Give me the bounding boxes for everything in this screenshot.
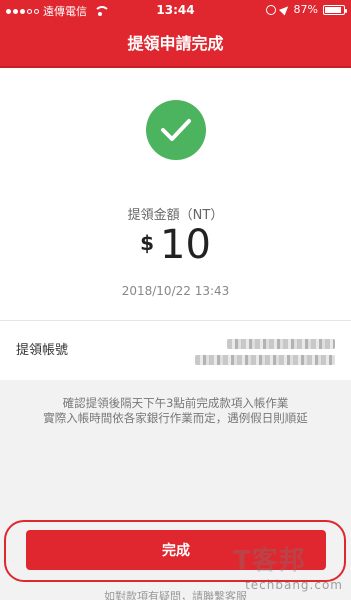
amount-label: 提領金額（NT） <box>127 208 224 223</box>
account-row: 提領帳號 <box>0 320 351 380</box>
currency-symbol: $ <box>140 231 154 255</box>
account-number-redacted <box>195 355 335 365</box>
orientation-lock-icon <box>265 4 276 15</box>
transaction-datetime: 2018/10/22 13:43 <box>121 284 230 298</box>
battery-icon <box>323 4 347 15</box>
status-right: 87% <box>265 3 347 16</box>
account-label: 提領帳號 <box>16 343 69 358</box>
location-arrow-icon <box>278 3 291 16</box>
watermark-site: techbang.com <box>245 578 343 592</box>
success-check-icon <box>146 100 206 160</box>
battery-percent: 87% <box>293 3 318 16</box>
top-bar: 遠傳電信 13:44 87% 提領申請完成 <box>0 0 351 68</box>
watermark-logo: T客邦 techbang.com <box>233 540 343 596</box>
account-name-redacted <box>227 339 335 349</box>
page-title: 提領申請完成 <box>127 34 224 53</box>
processing-note: 確認提領後隔天下午3點前完成款項入帳作業 實際入帳時間依各家銀行作業而定，遇例假… <box>0 396 351 426</box>
status-bar: 遠傳電信 13:44 87% <box>0 0 351 20</box>
amount-value: 10 <box>160 222 211 268</box>
note-line-2: 實際入帳時間依各家銀行作業而定，遇例假日則順延 <box>43 411 308 425</box>
summary-card: 提領金額（NT） $10 2018/10/22 13:43 <box>0 68 351 320</box>
watermark-brand: T客邦 <box>233 546 306 576</box>
amount-display: $10 <box>0 222 351 268</box>
note-line-1: 確認提領後隔天下午3點前完成款項入帳作業 <box>62 396 289 410</box>
